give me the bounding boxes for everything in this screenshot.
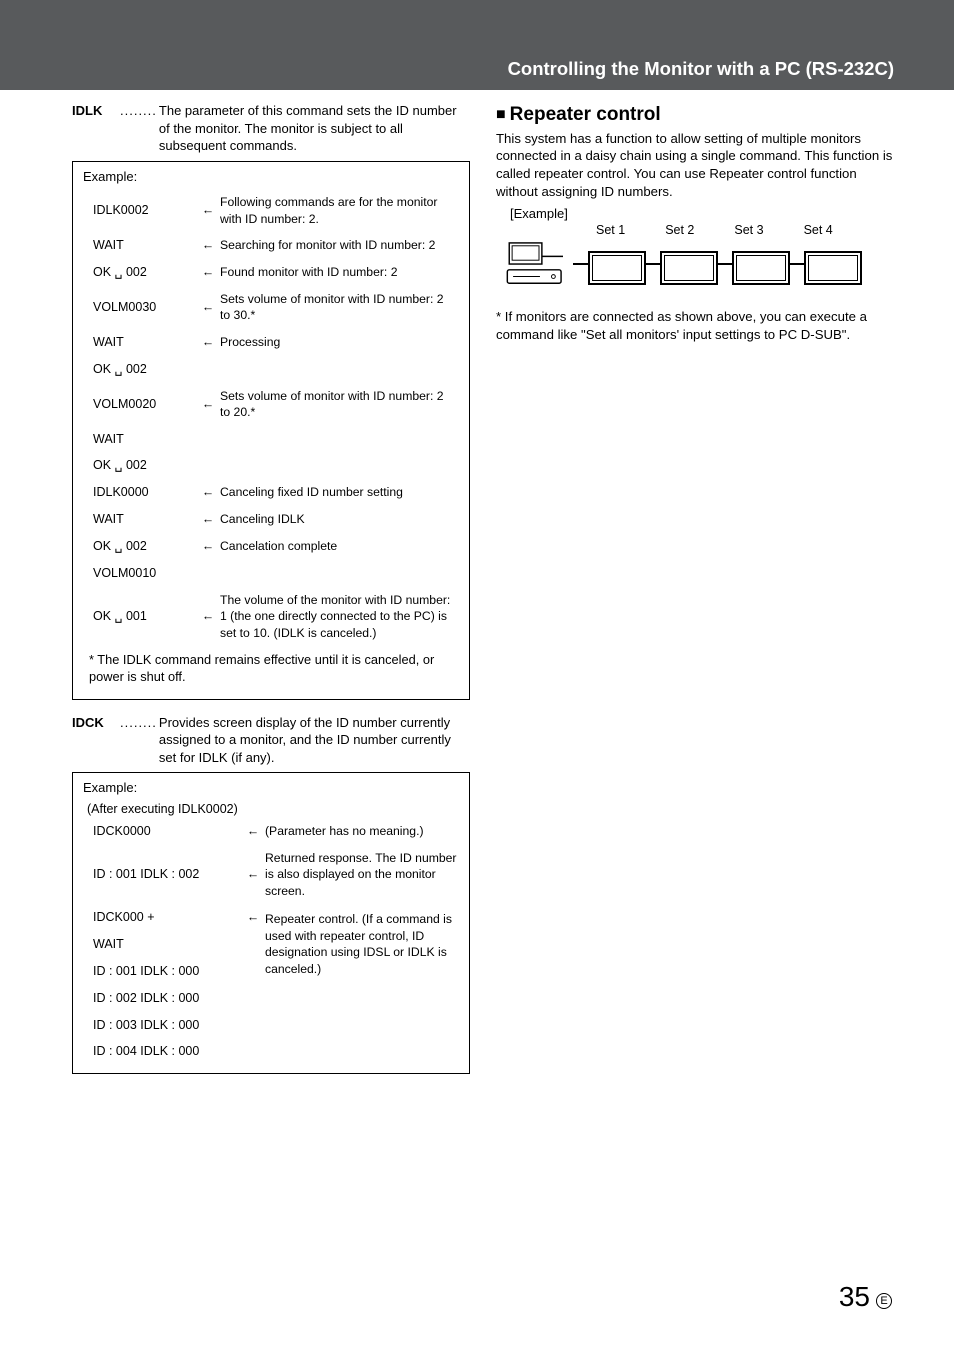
example-label: Example: [83,779,459,801]
set-labels-row: Set 1 Set 2 Set 3 Set 4 [596,222,894,239]
table-row: VOLM0020←Sets volume of monitor with ID … [83,383,459,426]
table-row: ID : 004 IDLK : 000 [83,1038,459,1065]
cable-icon [573,263,589,265]
paragraph-repeater: This system has a function to allow sett… [496,130,894,201]
cmd-name-idlk: IDLK [72,102,120,155]
set-label: Set 4 [804,222,833,239]
set-label: Set 2 [665,222,694,239]
example-note: * The IDLK command remains effective unt… [83,646,459,691]
example-table-2: IDCK0000←(Parameter has no meaning.) ID … [83,818,459,1066]
command-def-idlk: IDLK ........ The parameter of this comm… [72,102,470,155]
example-after: (After executing IDLK0002) [83,801,459,818]
table-row: VOLM0010 [83,560,459,587]
page-number-value: 35 [839,1278,870,1316]
example-box-1: Example: IDLK0002←Following commands are… [72,161,470,700]
table-row: VOLM0030←Sets volume of monitor with ID … [83,286,459,329]
monitor-box-icon [732,251,790,285]
set-label: Set 1 [596,222,625,239]
table-row: WAIT←Searching for monitor with ID numbe… [83,232,459,259]
dots: ........ [120,714,159,767]
square-bullet-icon: ■ [496,104,506,126]
page-header-title: Controlling the Monitor with a PC (RS-23… [508,57,894,82]
table-row: ID : 001 IDLK : 002←Returned response. T… [83,845,459,904]
pc-icon [504,241,574,294]
table-row: ID : 002 IDLK : 000 [83,985,459,1012]
example-label-right: [Example] [510,205,894,223]
example-box-2: Example: (After executing IDLK0002) IDCK… [72,772,470,1074]
cmd-desc-idck: Provides screen display of the ID number… [159,714,470,767]
right-column: ■ Repeater control This system has a fun… [496,102,894,1088]
table-row: IDLK0000←Canceling fixed ID number setti… [83,479,459,506]
table-row: WAIT [83,426,459,453]
example-label: Example: [83,168,459,190]
table-row: OK ␣ 002←Cancelation complete [83,533,459,560]
table-row: OK ␣ 002 [83,356,459,383]
table-row: WAIT←Canceling IDLK [83,506,459,533]
table-row: OK ␣ 001←The volume of the monitor with … [83,587,459,646]
table-row: OK ␣ 002←Found monitor with ID number: 2 [83,259,459,286]
table-row: IDCK000 +←Repeater control. (If a comman… [83,904,459,931]
subheading-repeater: ■ Repeater control [496,102,894,128]
left-column: IDLK ........ The parameter of this comm… [72,102,470,1088]
table-row: IDCK0000←(Parameter has no meaning.) [83,818,459,845]
table-row: ID : 003 IDLK : 000 [83,1012,459,1039]
cable-icon [645,263,661,265]
footnote: * If monitors are connected as shown abo… [496,308,894,344]
monitor-box-icon [804,251,862,285]
page-edition-icon: E [876,1293,892,1309]
cable-icon [717,263,733,265]
cmd-name-idck: IDCK [72,714,120,767]
command-def-idck: IDCK ........ Provides screen display of… [72,714,470,767]
connection-diagram [504,241,894,294]
monitor-box-icon [588,251,646,285]
table-row: OK ␣ 002 [83,452,459,479]
set-label: Set 3 [734,222,763,239]
example-table-1: IDLK0002←Following commands are for the … [83,189,459,691]
page-number: 35 E [839,1278,892,1316]
dots: ........ [120,102,159,155]
cable-icon [789,263,805,265]
monitor-box-icon [660,251,718,285]
table-row: IDLK0002←Following commands are for the … [83,189,459,232]
table-row: WAIT←Processing [83,329,459,356]
cmd-desc-idlk: The parameter of this command sets the I… [159,102,470,155]
subheading-text: Repeater control [510,102,661,128]
